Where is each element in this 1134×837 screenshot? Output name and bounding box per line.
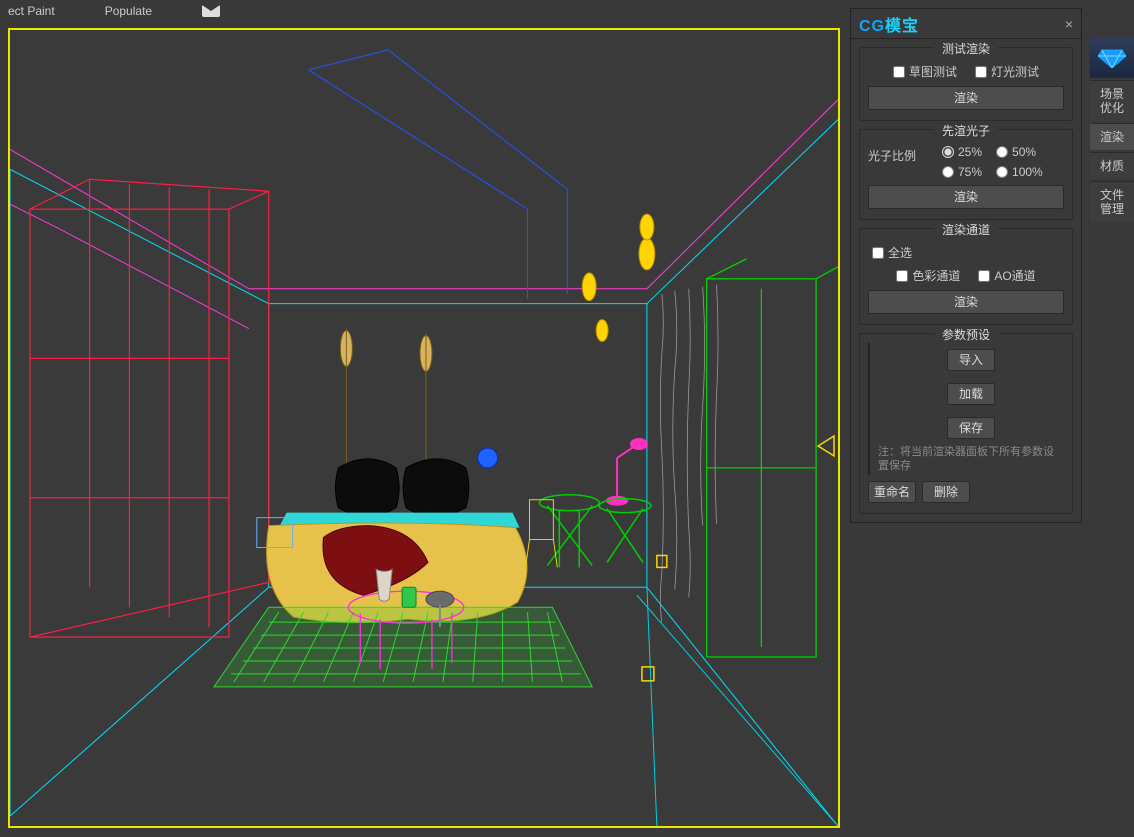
- chk-select-all[interactable]: 全选: [872, 244, 912, 261]
- btn-render-2[interactable]: 渲染: [868, 185, 1064, 209]
- group-title-preset: 参数预设: [934, 326, 998, 343]
- btn-save[interactable]: 保存: [947, 417, 995, 439]
- group-title-photon: 先渲光子: [934, 122, 998, 139]
- brand-logo: CG模宝: [859, 12, 919, 36]
- tab-material[interactable]: 材质: [1090, 152, 1134, 179]
- btn-delete[interactable]: 删除: [922, 481, 970, 503]
- btn-load[interactable]: 加载: [947, 383, 995, 405]
- btn-import[interactable]: 导入: [947, 349, 995, 371]
- group-title-channel: 渲染通道: [934, 221, 998, 238]
- wireframe-scene: [10, 30, 838, 826]
- cg-panel: CG模宝 × 测试渲染 草图测试 灯光测试 渲染 先渲光子 光子比例 25% 5…: [850, 8, 1082, 523]
- group-preset: 参数预设 导入 加载 保存 注：将当前渲染器面板下所有参数设置保存 重命名 删除: [859, 333, 1073, 514]
- tab-render[interactable]: 渲染: [1090, 123, 1134, 150]
- preset-listbox[interactable]: [868, 343, 870, 475]
- close-icon[interactable]: ×: [1065, 16, 1073, 32]
- preset-note: 注：将当前渲染器面板下所有参数设置保存: [878, 445, 1064, 473]
- viewport[interactable]: [8, 28, 840, 828]
- radio-75[interactable]: 75%: [942, 165, 982, 179]
- group-photon: 先渲光子 光子比例 25% 50% 75% 100% 渲染: [859, 129, 1073, 220]
- menu-object-paint[interactable]: ect Paint: [8, 4, 55, 18]
- chk-light-test[interactable]: 灯光测试: [975, 63, 1039, 80]
- chk-ao-channel[interactable]: AO通道: [978, 267, 1035, 284]
- chk-sketch-test[interactable]: 草图测试: [893, 63, 957, 80]
- chk-color-channel[interactable]: 色彩通道: [896, 267, 960, 284]
- gem-icon[interactable]: [1090, 38, 1134, 78]
- radio-100[interactable]: 100%: [996, 165, 1043, 179]
- radio-50[interactable]: 50%: [996, 145, 1043, 159]
- btn-render-1[interactable]: 渲染: [868, 86, 1064, 110]
- tab-file-mgr[interactable]: 文件 管理: [1090, 181, 1134, 222]
- group-test-render: 测试渲染 草图测试 灯光测试 渲染: [859, 47, 1073, 121]
- group-channel: 渲染通道 全选 色彩通道 AO通道 渲染: [859, 228, 1073, 325]
- btn-rename[interactable]: 重命名: [868, 481, 916, 503]
- tab-scene-opt[interactable]: 场景 优化: [1090, 80, 1134, 121]
- btn-render-3[interactable]: 渲染: [868, 290, 1064, 314]
- radio-25[interactable]: 25%: [942, 145, 982, 159]
- menu-populate[interactable]: Populate: [105, 4, 152, 18]
- label-photon-ratio: 光子比例: [868, 145, 924, 164]
- right-sidebar: 场景 优化 渲染 材质 文件 管理: [1090, 38, 1134, 222]
- mail-icon[interactable]: [202, 5, 220, 17]
- group-title-test: 测试渲染: [934, 40, 998, 57]
